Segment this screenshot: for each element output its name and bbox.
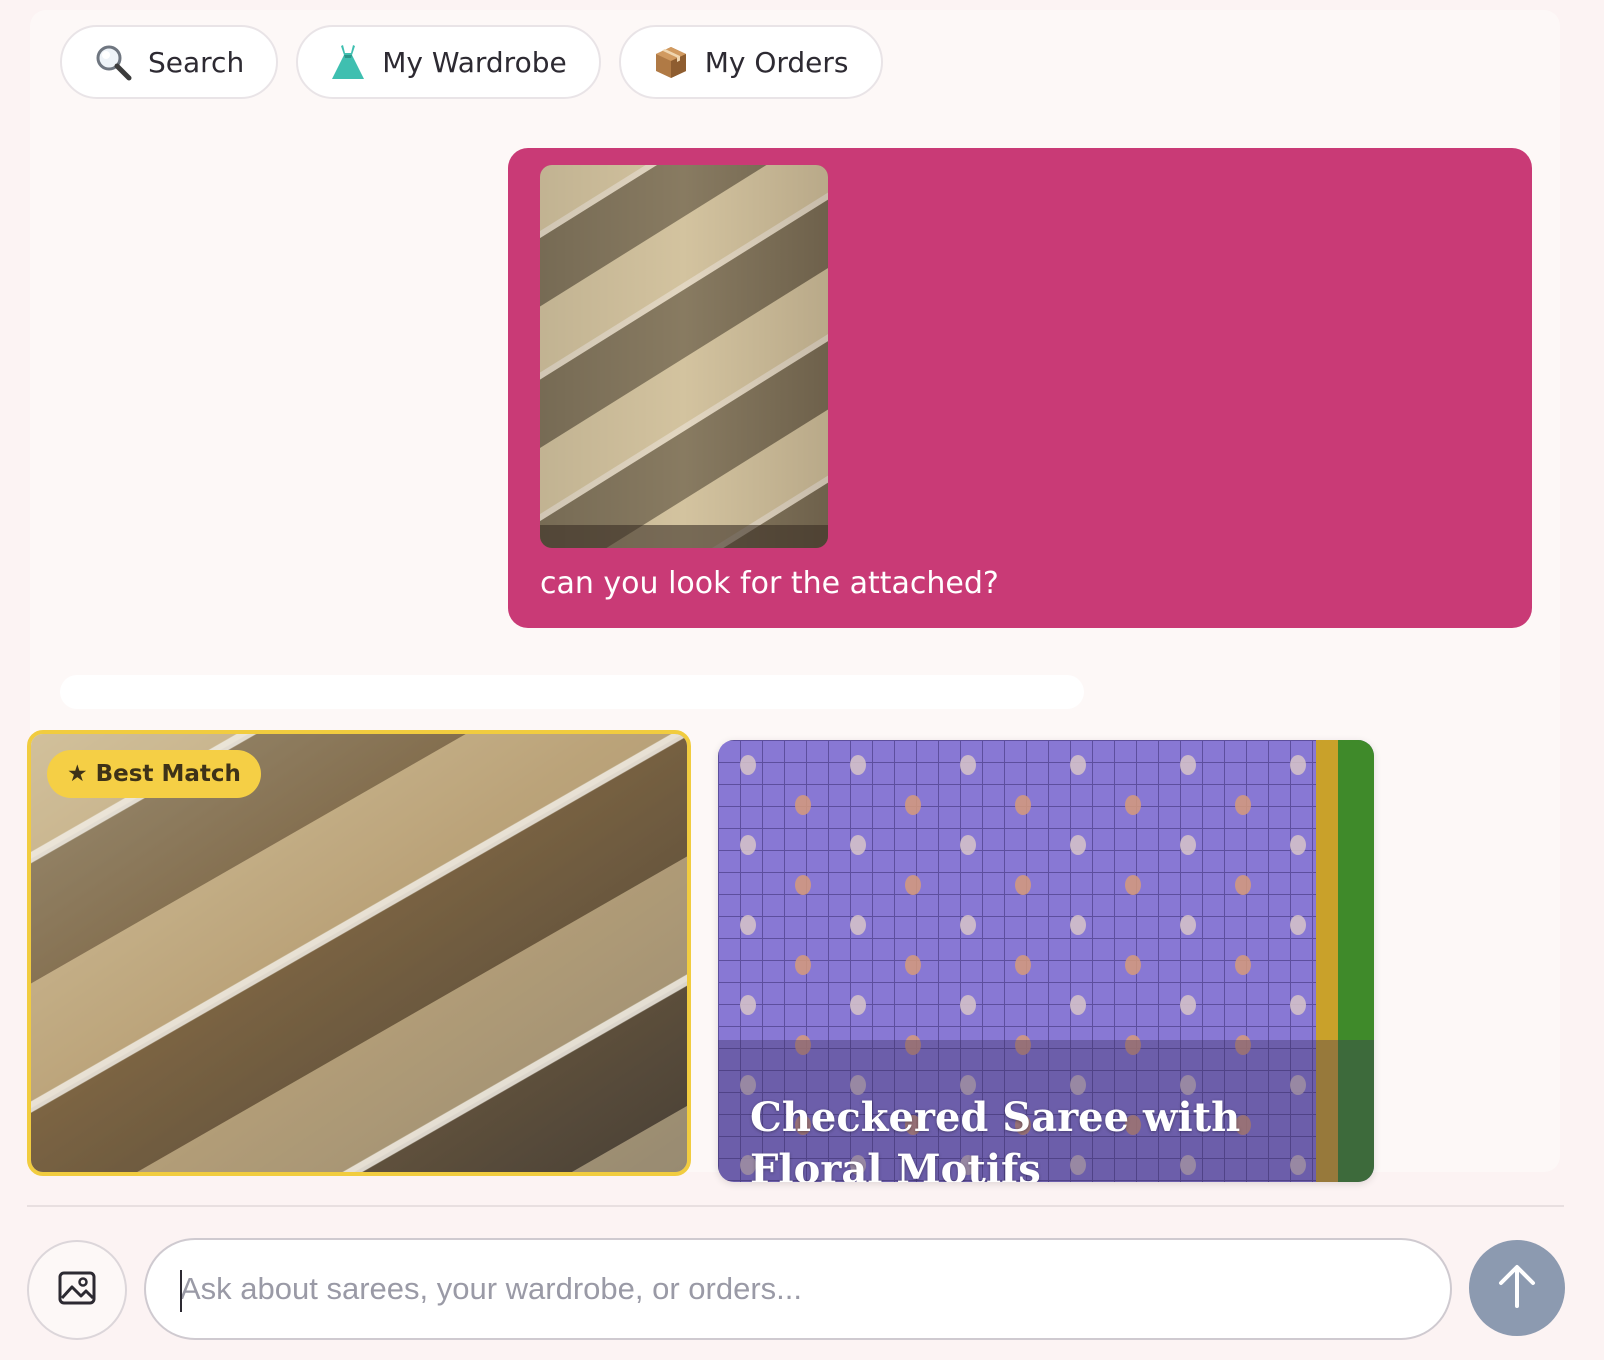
wardrobe-chip[interactable]: My Wardrobe: [296, 25, 601, 99]
orders-chip[interactable]: My Orders: [618, 25, 883, 99]
dress-icon: [330, 43, 366, 81]
attached-image[interactable]: [540, 165, 828, 548]
user-message-bubble: can you look for the attached?: [508, 148, 1532, 628]
result-card-title: Checkered Saree with Floral Motifs: [750, 1094, 1241, 1182]
search-chip[interactable]: Search: [60, 25, 279, 99]
quick-action-row: Search My Wardrobe My Orders: [60, 25, 883, 99]
user-message-text: can you look for the attached?: [540, 566, 999, 601]
magnifier-icon: [94, 43, 132, 81]
text-caret: [180, 1270, 182, 1312]
chat-message-input[interactable]: [180, 1271, 1450, 1307]
result-card-best-match[interactable]: ★ Best Match: [27, 730, 691, 1176]
send-button[interactable]: [1469, 1240, 1565, 1336]
search-chip-label: Search: [148, 45, 245, 79]
orders-chip-label: My Orders: [704, 45, 849, 79]
assistant-loading-bar: [60, 675, 1084, 709]
arrow-up-icon: [1495, 1262, 1539, 1314]
attached-saree-photo: [540, 165, 828, 548]
composer-input-wrapper[interactable]: [144, 1238, 1452, 1340]
image-icon: [57, 1268, 97, 1312]
result-card[interactable]: Checkered Saree with Floral Motifs: [718, 740, 1374, 1182]
beige-diagonal-floral-saree: [31, 734, 687, 1172]
best-match-badge: ★ Best Match: [47, 750, 261, 798]
package-icon: [653, 44, 689, 80]
attach-image-button[interactable]: [27, 1240, 127, 1340]
wardrobe-chip-label: My Wardrobe: [382, 45, 567, 79]
composer-divider: [27, 1205, 1564, 1207]
